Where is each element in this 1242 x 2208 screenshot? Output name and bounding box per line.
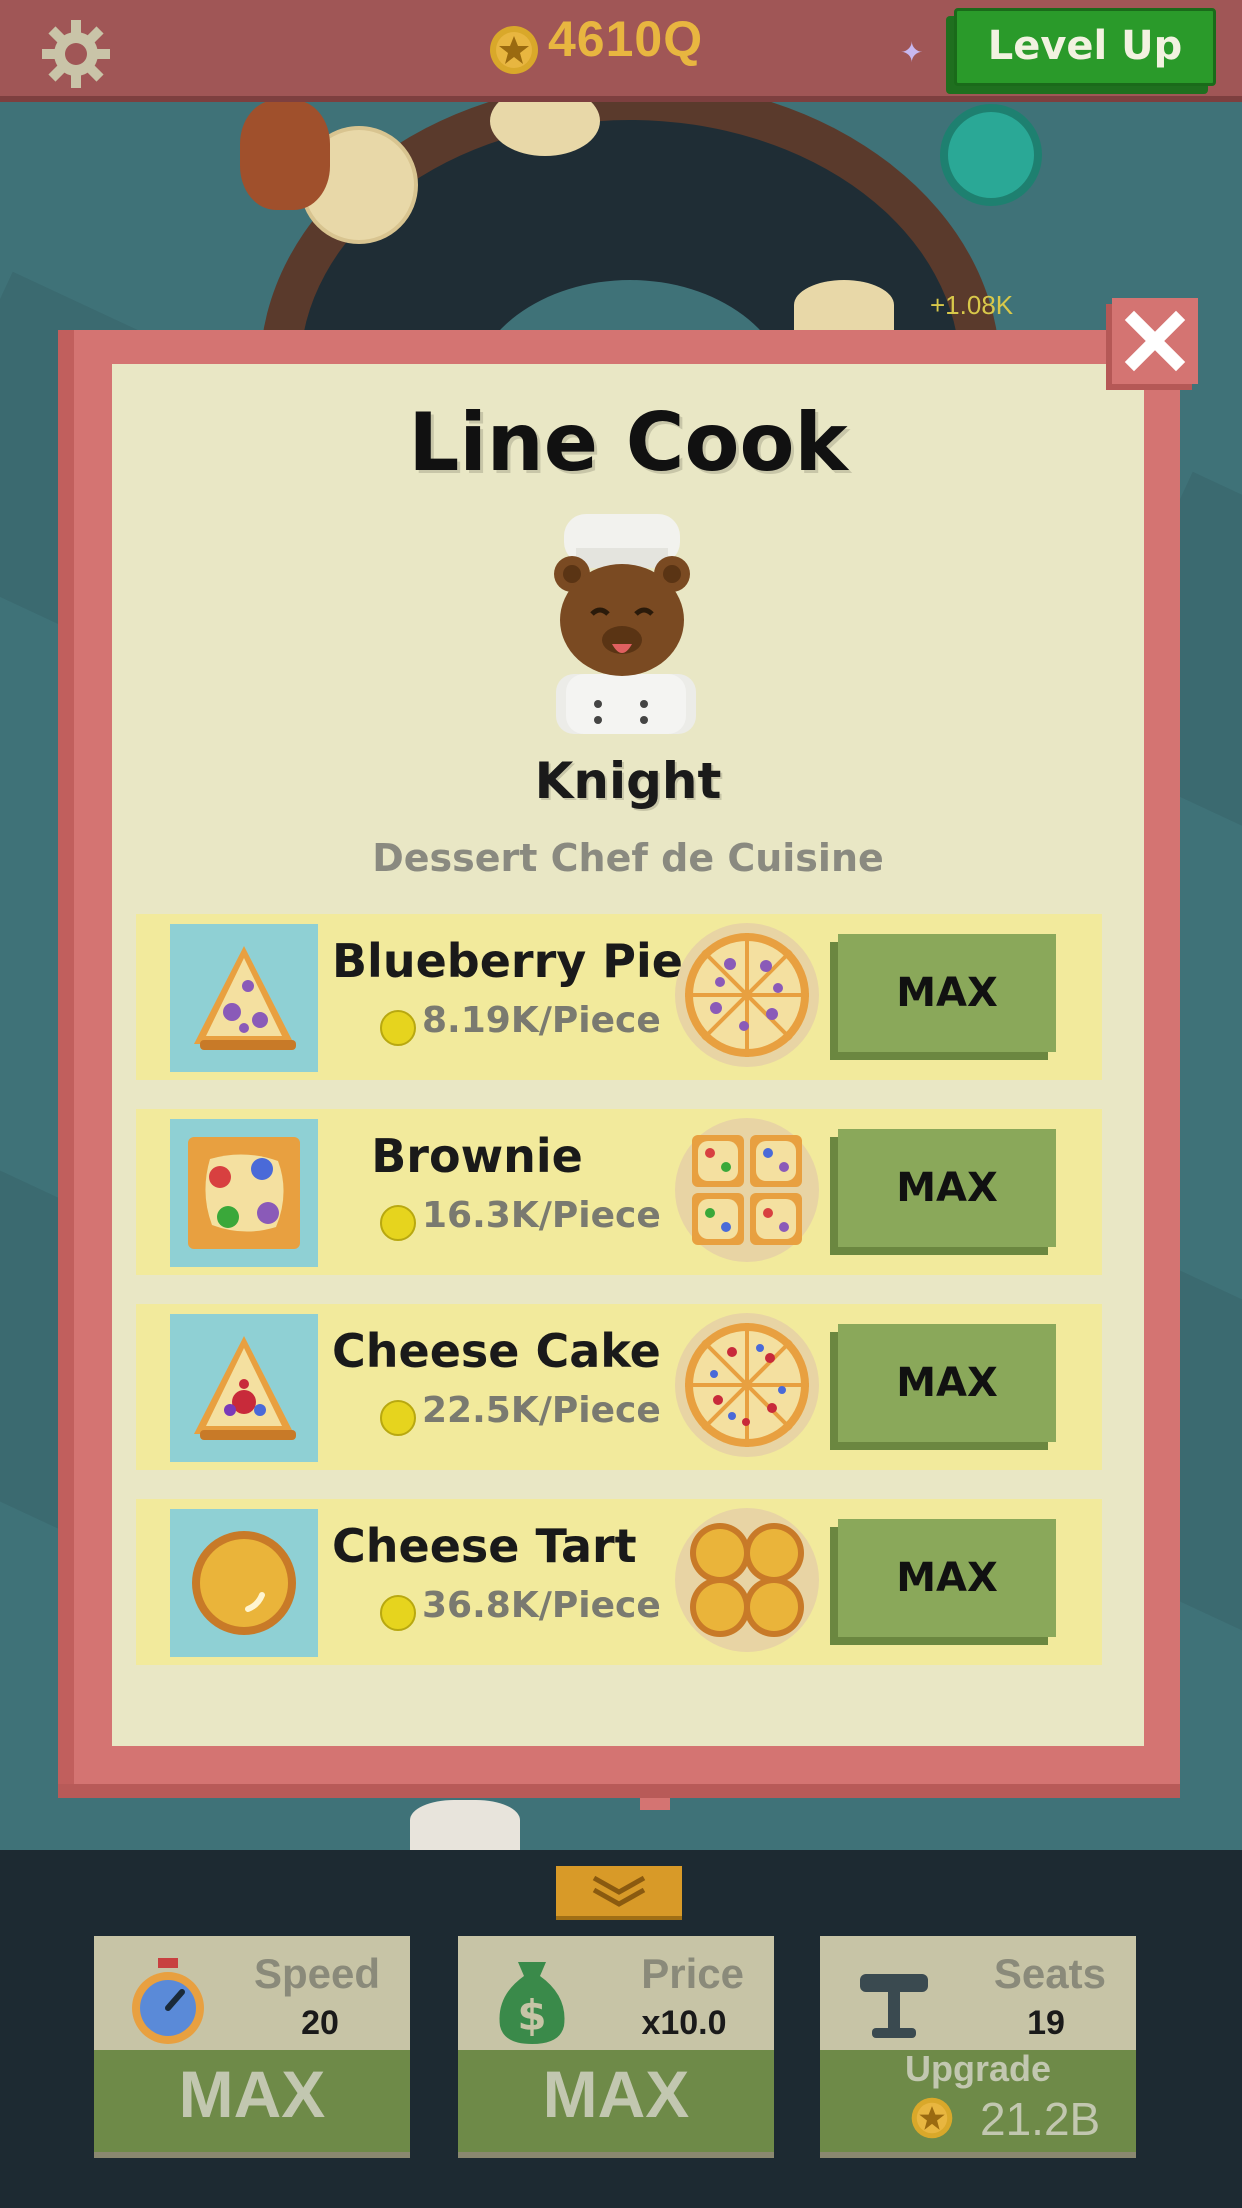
collapse-button[interactable] — [556, 1866, 682, 1916]
button-label: MAX — [896, 1165, 998, 1211]
chef-name: Knight — [534, 752, 722, 810]
level-up-button[interactable]: Level Up — [954, 8, 1216, 86]
upgrade-title: Price — [641, 1950, 744, 1997]
chef-rank: Dessert Chef de Cuisine — [372, 836, 884, 880]
star-coin-icon — [490, 26, 538, 74]
upgrade-value: x10.0 — [641, 2004, 727, 2042]
button-label: MAX — [896, 1360, 998, 1406]
upgrade-action-label: MAX — [542, 2057, 690, 2131]
recipe-rate: 36.8K/Piece — [422, 1585, 661, 1626]
recipe-rate: 22.5K/Piece — [422, 1390, 661, 1431]
coin-icon — [380, 1010, 416, 1046]
brownie-plate-icon — [675, 1118, 819, 1262]
recipe-row: Brownie 16.3K/Piece MAX — [136, 1109, 1102, 1275]
cheese-tart-icon — [170, 1509, 318, 1657]
upgrade-title: Speed — [253, 1950, 380, 1997]
speed-upgrade-card: Speed 20 MAX — [94, 1936, 410, 2152]
brownie-square-icon — [170, 1119, 318, 1267]
star-coin-icon — [911, 2097, 953, 2139]
blueberry-pie-plate-icon — [675, 923, 819, 1067]
customer — [410, 1800, 520, 1850]
bear-chef-avatar — [554, 514, 696, 734]
pizza-plate — [794, 280, 894, 330]
recipe-row: Blueberry Pie 8.19K/Piece MAX — [136, 914, 1102, 1080]
money-bag-icon: $ — [499, 1962, 565, 2044]
cheese-tart-plate-icon — [675, 1508, 819, 1652]
recipe-name: Cheese Tart — [332, 1519, 637, 1573]
cheese-cake-slice-icon — [170, 1314, 318, 1462]
recipe-row: Cheese Cake 22.5K/Piece MAX — [136, 1304, 1102, 1470]
coin-icon — [380, 1205, 416, 1241]
dialog-title: Line Cook — [408, 396, 848, 489]
coin-icon — [380, 1595, 416, 1631]
chevron-down-icon — [592, 1875, 646, 1907]
blueberry-pie-slice-icon — [170, 924, 318, 1072]
upgrade-value: 19 — [1027, 2004, 1065, 2042]
sparkle-icon: ✦ — [900, 36, 924, 69]
coin-icon — [380, 1400, 416, 1436]
upgrade-title: Seats — [993, 1950, 1106, 1997]
recipe-name: Cheese Cake — [332, 1324, 661, 1378]
upgrade-cost: 21.2B — [980, 2093, 1101, 2145]
upgrade-max-button[interactable]: MAX — [838, 1129, 1056, 1247]
level-up-label: Level Up — [987, 23, 1183, 69]
table-marker — [940, 104, 1042, 206]
recipe-name: Brownie — [371, 1129, 583, 1183]
gear-icon[interactable] — [40, 18, 112, 90]
seats-upgrade-card: Seats 19 Upgrade 21.2B — [820, 1936, 1136, 2152]
upgrade-max-button[interactable]: MAX — [838, 934, 1056, 1052]
upgrade-value: 20 — [301, 2004, 339, 2042]
recipe-name: Blueberry Pie — [332, 934, 683, 988]
currency-amount: 4610Q — [548, 11, 704, 67]
button-label: MAX — [896, 1555, 998, 1601]
close-icon — [1124, 310, 1186, 372]
floating-earning-text: +1.08K — [930, 290, 1014, 320]
customer — [240, 100, 330, 210]
upgrade-action-label: Upgrade — [904, 2048, 1052, 2089]
price-upgrade-card: $ Price x10.0 MAX — [458, 1936, 774, 2152]
recipe-rate: 8.19K/Piece — [422, 1000, 661, 1041]
stool-icon — [860, 1974, 928, 2038]
button-label: MAX — [896, 970, 998, 1016]
stopwatch-icon — [132, 1958, 204, 2044]
close-button[interactable] — [1112, 298, 1198, 384]
recipe-row: Cheese Tart 36.8K/Piece MAX — [136, 1499, 1102, 1665]
upgrade-max-button[interactable]: MAX — [838, 1519, 1056, 1637]
upgrade-action-label: MAX — [178, 2057, 326, 2131]
upgrade-max-button[interactable]: MAX — [838, 1324, 1056, 1442]
cheese-cake-plate-icon — [675, 1313, 819, 1457]
svg-text:$: $ — [517, 1991, 546, 2040]
decor — [640, 1796, 670, 1810]
recipe-rate: 16.3K/Piece — [422, 1195, 661, 1236]
